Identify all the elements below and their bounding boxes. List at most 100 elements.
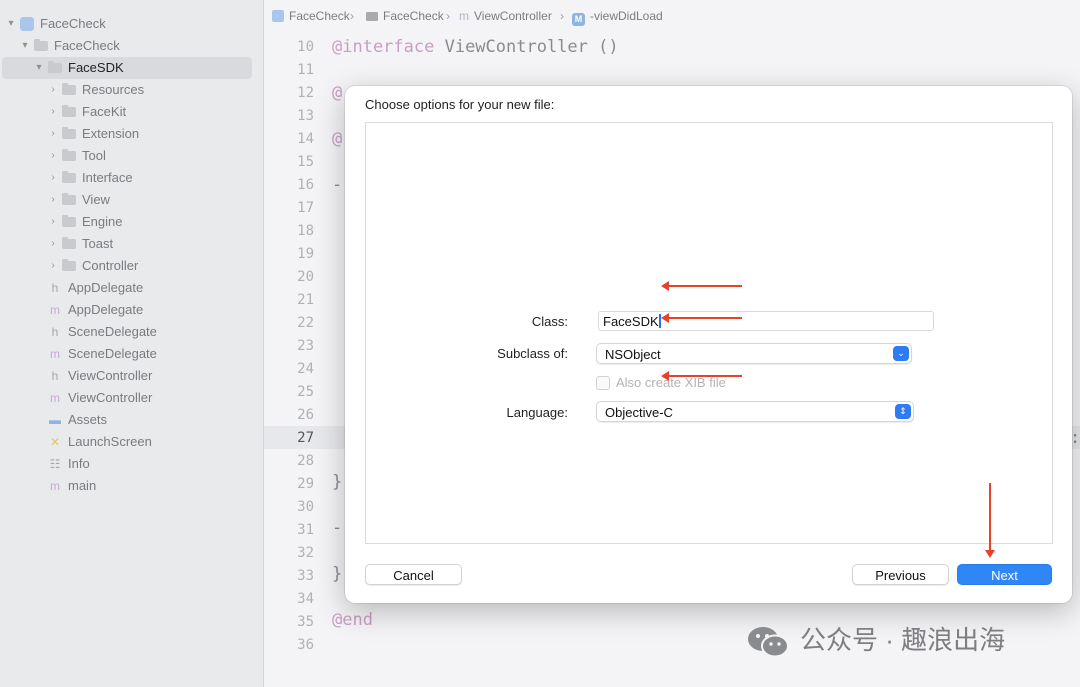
code-line-35: @end (332, 610, 373, 630)
sidebar-item-assets[interactable]: ▬ Assets (0, 409, 262, 431)
folder-icon (62, 193, 76, 205)
line-number: 13 (297, 108, 314, 124)
line-number: 20 (297, 269, 314, 285)
sidebar-item-resources[interactable]: › Resources (0, 79, 262, 101)
folder-icon (48, 61, 62, 73)
create-xib-label: Also create XIB file (616, 375, 726, 390)
sidebar-item-label: SceneDelegate (68, 346, 157, 361)
chevron-right-icon[interactable]: › (47, 167, 59, 189)
annotation-arrow-language (661, 371, 742, 381)
annotation-arrow-subclass (661, 313, 742, 323)
chevron-right-icon[interactable]: › (47, 233, 59, 255)
sidebar-item-label: AppDelegate (68, 280, 144, 295)
sidebar-item-facekit[interactable]: › FaceKit (0, 101, 262, 123)
line-number: 29 (297, 476, 314, 492)
language-popup[interactable]: Objective-C ⇕ (596, 401, 914, 422)
line-number: 10 (297, 39, 314, 55)
chevron-right-icon[interactable]: › (47, 211, 59, 233)
folder-icon (62, 259, 76, 271)
sidebar-item-view[interactable]: › View (0, 189, 262, 211)
sidebar-item-label: Info (68, 456, 90, 471)
sidebar-item-launchscreen[interactable]: ✕ LaunchScreen (0, 431, 262, 453)
sidebar-item-label: ViewController (68, 368, 153, 383)
plist-icon: ☷ (49, 457, 61, 471)
sidebar-item-controller[interactable]: › Controller (0, 255, 262, 277)
sidebar-item-engine[interactable]: › Engine (0, 211, 262, 233)
header-file-icon: h (51, 325, 59, 339)
sidebar-item-scenedelegate-h[interactable]: h SceneDelegate (0, 321, 262, 343)
line-number: 34 (297, 591, 314, 607)
sidebar-item-toast[interactable]: › Toast (0, 233, 262, 255)
sidebar-item-label: Extension (82, 126, 140, 141)
sidebar-item-facesdk[interactable]: ▾ FaceSDK (2, 57, 252, 79)
options-panel: Class: FaceSDK Subclass of: NSObject ⌄ A… (365, 122, 1053, 544)
cancel-button[interactable]: Cancel (365, 564, 462, 585)
header-file-icon: h (51, 281, 59, 295)
sidebar-item-facecheck[interactable]: ▾ FaceCheck (0, 13, 262, 35)
dialog-title: Choose options for your new file: (365, 97, 555, 112)
chevron-right-icon[interactable]: › (47, 145, 59, 167)
create-xib-checkbox[interactable] (596, 376, 610, 390)
sidebar-item-tool[interactable]: › Tool (0, 145, 262, 167)
breadcrumb-separator: › (560, 9, 564, 23)
previous-button[interactable]: Previous (852, 564, 949, 585)
breadcrumb-separator: › (446, 9, 450, 23)
breadcrumb-separator: › (350, 9, 354, 23)
line-number: 24 (297, 361, 314, 377)
class-name-input[interactable]: FaceSDK (598, 311, 934, 331)
line-number: 22 (297, 315, 314, 331)
folder-icon (62, 149, 76, 161)
sidebar-item-interface[interactable]: › Interface (0, 167, 262, 189)
sidebar-item-extension[interactable]: › Extension (0, 123, 262, 145)
breadcrumb-item-method[interactable]: M -viewDidLoad (572, 9, 663, 26)
breadcrumb-item-file[interactable]: m ViewController (459, 9, 552, 23)
objc-m-file-icon: m (50, 479, 60, 493)
next-button[interactable]: Next (957, 564, 1052, 585)
sidebar-item-main-m[interactable]: m main (0, 475, 262, 497)
code-line-14: @ (332, 129, 343, 149)
wechat-logo-icon (748, 627, 789, 658)
chevron-down-icon[interactable]: ▾ (33, 57, 45, 79)
breadcrumb-item-project[interactable]: FaceCheck (272, 9, 350, 23)
chevron-down-icon[interactable]: ▾ (19, 35, 31, 57)
code-line-31: - (332, 518, 343, 538)
objc-m-file-icon: m (50, 303, 60, 317)
app-project-icon (20, 17, 34, 31)
objc-m-file-icon: m (50, 347, 60, 361)
chevron-right-icon[interactable]: › (47, 123, 59, 145)
chevron-right-icon[interactable]: › (47, 79, 59, 101)
sidebar-item-appdelegate-m[interactable]: m AppDelegate (0, 299, 262, 321)
line-number: 26 (297, 407, 314, 423)
sidebar-item-scenedelegate-m[interactable]: m SceneDelegate (0, 343, 262, 365)
sidebar-item-label: main (68, 478, 97, 493)
sidebar-item-viewcontroller-h[interactable]: h ViewController (0, 365, 262, 387)
sidebar-item-label: View (82, 192, 110, 207)
watermark-text: 公众号 · 趣浪出海 (800, 625, 1006, 655)
chevron-right-icon[interactable]: › (47, 189, 59, 211)
line-number: 28 (297, 453, 314, 469)
line-number: 12 (297, 85, 314, 101)
storyboard-icon: ✕ (49, 435, 61, 449)
sidebar-item-viewcontroller-m[interactable]: m ViewController (0, 387, 262, 409)
sidebar-item-label: Controller (82, 258, 139, 273)
sidebar-item-info[interactable]: ☷ Info (0, 453, 262, 475)
sidebar-item-facecheck[interactable]: ▾ FaceCheck (0, 35, 262, 57)
line-number: 17 (297, 200, 314, 216)
folder-icon (34, 39, 48, 51)
up-down-chevron-icon: ⇕ (895, 404, 911, 419)
chevron-right-icon[interactable]: › (47, 101, 59, 123)
line-number: 14 (297, 131, 314, 147)
app-icon (272, 10, 284, 22)
chevron-right-icon[interactable]: › (47, 255, 59, 277)
sidebar-item-appdelegate-h[interactable]: h AppDelegate (0, 277, 262, 299)
breadcrumb-item-folder[interactable]: FaceCheck (366, 9, 444, 23)
subclass-popup[interactable]: NSObject ⌄ (596, 343, 912, 364)
header-file-icon: h (51, 369, 59, 383)
chevron-down-icon[interactable]: ▾ (5, 13, 17, 35)
sidebar-item-label: Toast (82, 236, 114, 251)
asset-catalog-icon: ▬ (49, 413, 61, 427)
project-navigator: ▾ FaceCheck ▾ FaceCheck ▾ FaceSDK › Resources › F… (0, 0, 264, 687)
code-line-29: } (332, 472, 343, 492)
breadcrumb: FaceCheck › FaceCheck › m ViewController … (264, 0, 1080, 32)
folder-icon (62, 215, 76, 227)
